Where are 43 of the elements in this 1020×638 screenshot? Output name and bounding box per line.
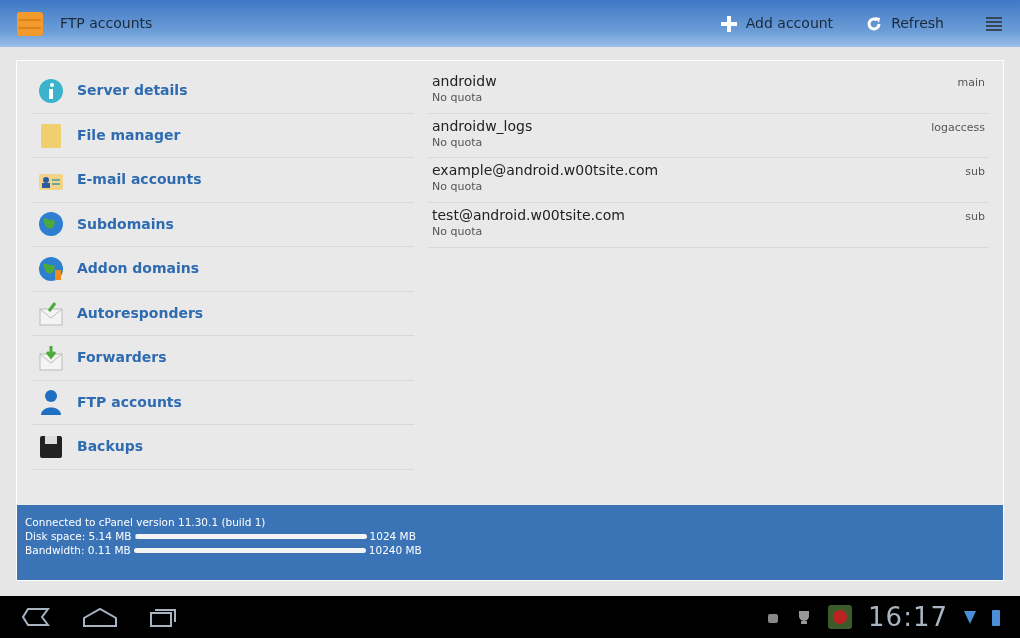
plus-icon <box>719 14 738 33</box>
quota-text: No quota <box>432 134 484 151</box>
account-type: sub <box>965 164 985 181</box>
wifi-icon <box>964 609 976 625</box>
menu-item[interactable]: E-mail accounts <box>31 158 414 203</box>
account-type: logaccess <box>931 119 985 136</box>
info-icon <box>37 76 65 105</box>
envelope-icon <box>37 299 65 328</box>
battery-icon <box>992 608 1000 626</box>
meter-max: 1024 MB <box>369 529 416 543</box>
meter-label: Disk space: 5.14 MB <box>25 529 132 543</box>
menu-item[interactable]: Server details <box>31 69 414 114</box>
meter-max: 10240 MB <box>368 543 422 557</box>
quota-text: No quota <box>432 179 484 196</box>
account-type: sub <box>965 209 985 226</box>
recent-apps-icon[interactable] <box>148 606 178 628</box>
menu-item[interactable]: Backups <box>31 425 414 470</box>
menu-item[interactable]: Autoresponders <box>31 291 414 336</box>
home-icon[interactable] <box>82 606 118 628</box>
action-button[interactable]: Refresh <box>857 9 952 38</box>
account-type: main <box>957 75 985 91</box>
menu-item[interactable]: File manager <box>31 113 414 158</box>
menu-item[interactable]: FTP accounts <box>31 380 414 425</box>
globe-icon <box>37 210 65 239</box>
connection-text: Connected to cPanel version 11.30.1 (build 1) <box>25 515 266 529</box>
back-icon[interactable] <box>20 606 50 628</box>
clock-time: 16:17 <box>868 600 948 634</box>
notification-icon <box>828 605 853 629</box>
server-stack-icon <box>16 9 44 38</box>
account-name: example@android.w00tsite.com <box>432 161 659 180</box>
menu-item[interactable]: Subdomains <box>31 202 414 247</box>
envelope-icon <box>37 343 65 372</box>
menu-item[interactable]: Addon domains <box>31 247 414 292</box>
account-name: androidw <box>432 72 497 90</box>
quota-text: No quota <box>432 224 484 241</box>
menu-item[interactable]: Forwarders <box>31 336 414 381</box>
action-button[interactable]: Add account <box>711 9 842 38</box>
globe-icon <box>37 254 65 283</box>
account-name: androidw_logs <box>432 116 533 135</box>
account-name: test@android.w00tsite.com <box>432 206 625 225</box>
meter-label: Bandwidth: 0.11 MB <box>25 543 131 557</box>
quota-text: No quota <box>432 90 484 106</box>
screen-title: FTP accounts <box>60 14 153 33</box>
